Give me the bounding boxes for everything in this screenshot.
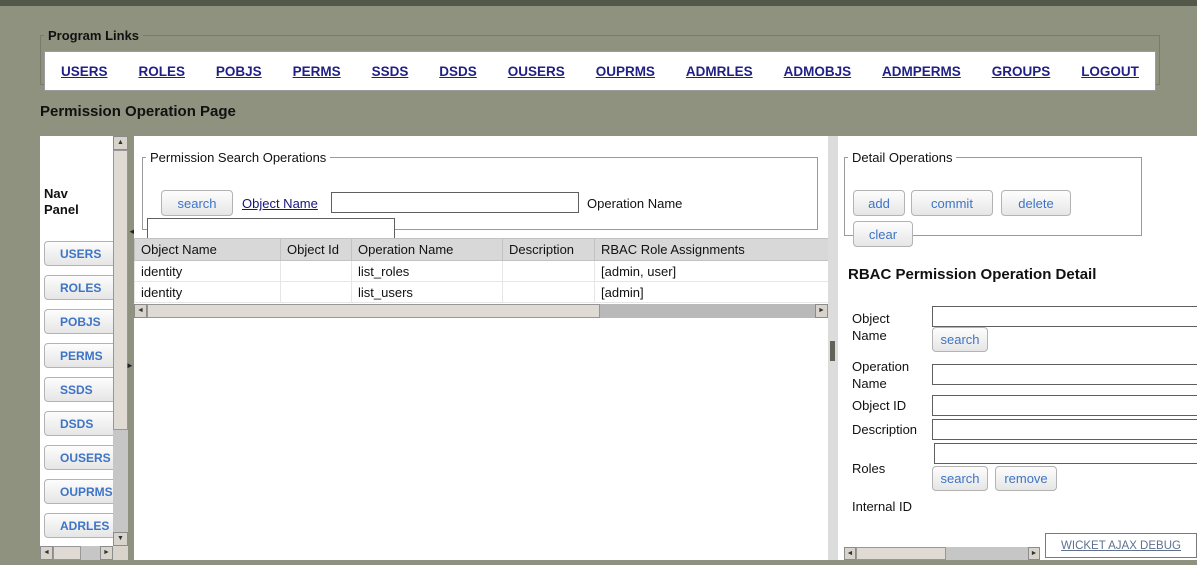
roles-search-button[interactable]: search: [932, 466, 988, 491]
description-label: Description: [852, 422, 918, 437]
col-header-description[interactable]: Description: [502, 238, 595, 261]
nav-link-groups[interactable]: GROUPS: [992, 64, 1051, 79]
scroll-right-icon[interactable]: ►: [100, 546, 113, 560]
col-header-role-assignments[interactable]: RBAC Role Assignments: [594, 238, 828, 261]
nav-link-ouprms[interactable]: OUPRMS: [596, 64, 655, 79]
table-row[interactable]: identity list_users [admin]: [134, 281, 828, 303]
top-bar: [0, 0, 1197, 6]
col-header-operation-name[interactable]: Operation Name: [351, 238, 503, 261]
cell-object-name: identity: [134, 281, 281, 303]
roles-remove-button[interactable]: remove: [995, 466, 1057, 491]
page-title: Permission Operation Page: [40, 103, 236, 120]
cell-role-assignments: [admin, user]: [594, 260, 828, 282]
table-horizontal-scrollbar[interactable]: ◄ ►: [134, 304, 828, 318]
nav-link-admrles[interactable]: ADMRLES: [686, 64, 753, 79]
nav-vertical-scrollbar[interactable]: ▲ ▼: [113, 136, 128, 546]
object-name-label: Object Name: [852, 311, 890, 343]
table-hscroll-thumb[interactable]: [147, 304, 600, 318]
delete-button[interactable]: delete: [1001, 190, 1071, 216]
nav-link-admobjs[interactable]: ADMOBJS: [784, 64, 852, 79]
program-links-legend: Program Links: [48, 28, 140, 43]
commit-button[interactable]: commit: [911, 190, 993, 216]
search-button[interactable]: search: [161, 190, 233, 216]
object-id-label: Object ID: [852, 398, 907, 413]
permission-operation-page: Program Links USERS ROLES POBJS PERMS SS…: [0, 0, 1197, 565]
scroll-left-icon[interactable]: ◄: [134, 304, 147, 318]
nav-panel: Nav Panel USERS ROLES POBJS PERMS SSDS D…: [40, 136, 128, 560]
nav-link-ssds[interactable]: SSDS: [372, 64, 409, 79]
table-header-row: Object Name Object Id Operation Name Des…: [134, 238, 828, 261]
detail-operations-legend: Detail Operations: [852, 150, 953, 165]
table-row[interactable]: identity list_roles [admin, user]: [134, 260, 828, 282]
clear-button[interactable]: clear: [853, 221, 913, 247]
object-name-search-input[interactable]: [331, 192, 579, 213]
operation-name-label: Operation Name: [852, 359, 910, 391]
nav-link-ousers[interactable]: OUSERS: [508, 64, 565, 79]
detail-operations-fieldset: Detail Operations add commit delete clea…: [844, 150, 1142, 247]
detail-horizontal-scrollbar[interactable]: ◄ ►: [844, 547, 1040, 560]
add-button[interactable]: add: [853, 190, 905, 216]
cell-operation-name: list_roles: [351, 260, 503, 282]
object-name-sort-link[interactable]: Object Name: [242, 196, 318, 211]
scroll-down-icon[interactable]: ▼: [113, 532, 128, 546]
permission-results-table: Object Name Object Id Operation Name Des…: [134, 238, 828, 303]
nav-link-perms[interactable]: PERMS: [293, 64, 341, 79]
internal-id-label: Internal ID: [852, 499, 912, 514]
nav-link-dsds[interactable]: DSDS: [439, 64, 477, 79]
detail-panel: Detail Operations add commit delete clea…: [838, 136, 1197, 560]
permission-search-fieldset: Permission Search Operations search Obje…: [142, 150, 818, 239]
detail-description-input[interactable]: [932, 419, 1197, 440]
object-name-search-button[interactable]: search: [932, 327, 988, 352]
permission-search-legend: Permission Search Operations: [150, 150, 327, 165]
detail-object-id-input[interactable]: [932, 395, 1197, 416]
col-header-object-id[interactable]: Object Id: [280, 238, 352, 261]
nav-vscroll-thumb[interactable]: [113, 150, 128, 430]
scroll-right-icon[interactable]: ►: [815, 304, 828, 318]
cell-description: [502, 281, 595, 303]
cell-object-id: [280, 281, 352, 303]
program-links-bar: USERS ROLES POBJS PERMS SSDS DSDS OUSERS…: [44, 51, 1156, 91]
scroll-up-icon[interactable]: ▲: [113, 136, 128, 150]
nav-link-admperms[interactable]: ADMPERMS: [882, 64, 961, 79]
wicket-ajax-debug-link[interactable]: WICKET AJAX DEBUG: [1061, 540, 1181, 552]
cell-description: [502, 260, 595, 282]
nav-link-logout[interactable]: LOGOUT: [1081, 64, 1139, 79]
roles-label: Roles: [852, 461, 886, 476]
program-links-fieldset: Program Links USERS ROLES POBJS PERMS SS…: [40, 28, 1160, 91]
scroll-left-icon[interactable]: ◄: [844, 547, 856, 560]
nav-link-roles[interactable]: ROLES: [138, 64, 185, 79]
nav-hscroll-thumb[interactable]: [53, 546, 81, 560]
divider-drag-handle[interactable]: [830, 341, 835, 361]
wicket-debug-box: WICKET AJAX DEBUG: [1045, 533, 1197, 558]
permission-search-panel: Permission Search Operations search Obje…: [134, 136, 828, 560]
nav-scroll-corner: [113, 546, 128, 560]
scroll-left-icon[interactable]: ◄: [40, 546, 53, 560]
nav-horizontal-scrollbar[interactable]: ◄ ►: [40, 546, 113, 560]
detail-object-name-input[interactable]: [932, 306, 1197, 327]
nav-link-pobjs[interactable]: POBJS: [216, 64, 262, 79]
detail-hscroll-thumb[interactable]: [856, 547, 946, 560]
nav-panel-title: Nav Panel: [44, 186, 79, 217]
cell-object-id: [280, 260, 352, 282]
detail-roles-input[interactable]: [934, 443, 1197, 464]
panel-divider: [828, 136, 838, 560]
nav-link-users[interactable]: USERS: [61, 64, 108, 79]
detail-operation-name-input[interactable]: [932, 364, 1197, 385]
expand-right-icon[interactable]: ►: [126, 362, 134, 370]
operation-name-search-input[interactable]: [147, 218, 395, 239]
detail-heading: RBAC Permission Operation Detail: [848, 266, 1097, 283]
cell-role-assignments: [admin]: [594, 281, 828, 303]
scroll-right-icon[interactable]: ►: [1028, 547, 1040, 560]
cell-object-name: identity: [134, 260, 281, 282]
col-header-object-name[interactable]: Object Name: [134, 238, 281, 261]
cell-operation-name: list_users: [351, 281, 503, 303]
operation-name-label: Operation Name: [587, 196, 683, 211]
